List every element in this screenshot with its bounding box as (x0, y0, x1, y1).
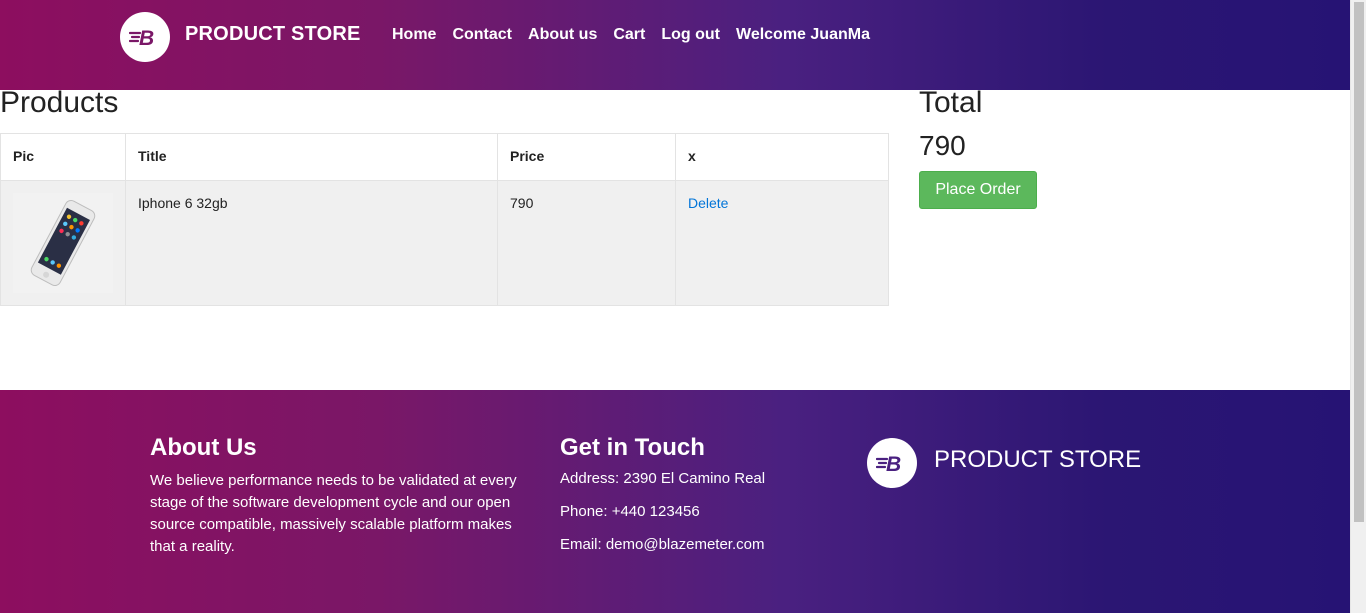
product-pic-cell (0, 180, 126, 306)
scrollbar-thumb[interactable] (1354, 2, 1364, 522)
product-action-cell: Delete (675, 180, 889, 306)
contact-address: Address: 2390 El Camino Real (560, 470, 766, 487)
place-order-button[interactable]: Place Order (919, 171, 1037, 209)
nav-menu: Home Contact About us Cart Log out Welco… (392, 26, 886, 44)
products-heading: Products (0, 86, 119, 119)
table-row: Iphone 6 32gb 790 Delete (0, 180, 889, 306)
contact-phone: Phone: +440 123456 (560, 503, 700, 520)
brand-name: PRODUCT STORE (185, 22, 361, 45)
footer-brand: B PRODUCT STORE (867, 438, 1141, 488)
scrollbar[interactable] (1350, 0, 1366, 613)
delete-link[interactable]: Delete (688, 195, 728, 211)
footer: About Us We believe performance needs to… (0, 390, 1350, 613)
footer-brand-name: PRODUCT STORE (934, 446, 1142, 473)
nav-welcome-user[interactable]: Welcome JuanMa (736, 26, 870, 44)
column-pic: Pic (0, 133, 126, 181)
total-value: 790 (919, 130, 966, 161)
brand-link[interactable]: B PRODUCT STORE (120, 12, 361, 62)
nav-about-us[interactable]: About us (528, 26, 597, 44)
nav-log-out[interactable]: Log out (661, 26, 720, 44)
contact-heading: Get in Touch (560, 434, 705, 461)
about-text: We believe performance needs to be valid… (150, 472, 517, 555)
svg-text:B: B (886, 453, 901, 474)
logo-icon: B (120, 12, 170, 62)
total-heading: Total (919, 86, 983, 119)
column-x: x (675, 133, 889, 181)
table-header-row: Pic Title Price x (0, 133, 889, 181)
column-price: Price (497, 133, 676, 181)
navbar: B PRODUCT STORE Home Contact About us Ca… (0, 0, 1350, 90)
nav-home[interactable]: Home (392, 26, 436, 44)
contact-email: Email: demo@blazemeter.com (560, 536, 765, 553)
svg-text:B: B (139, 27, 154, 48)
footer-about: About Us We believe performance needs to… (150, 434, 520, 558)
footer-contact: Get in Touch Address: 2390 El Camino Rea… (560, 434, 840, 569)
column-title: Title (125, 133, 498, 181)
product-image (13, 193, 113, 293)
product-price: 790 (497, 180, 676, 306)
nav-contact[interactable]: Contact (452, 26, 512, 44)
about-heading: About Us (150, 434, 257, 461)
product-title: Iphone 6 32gb (125, 180, 498, 306)
footer-logo-icon: B (867, 438, 917, 488)
nav-cart[interactable]: Cart (613, 26, 645, 44)
cart-table: Pic Title Price x Iphone 6 32gb 790 Dele… (0, 133, 889, 306)
